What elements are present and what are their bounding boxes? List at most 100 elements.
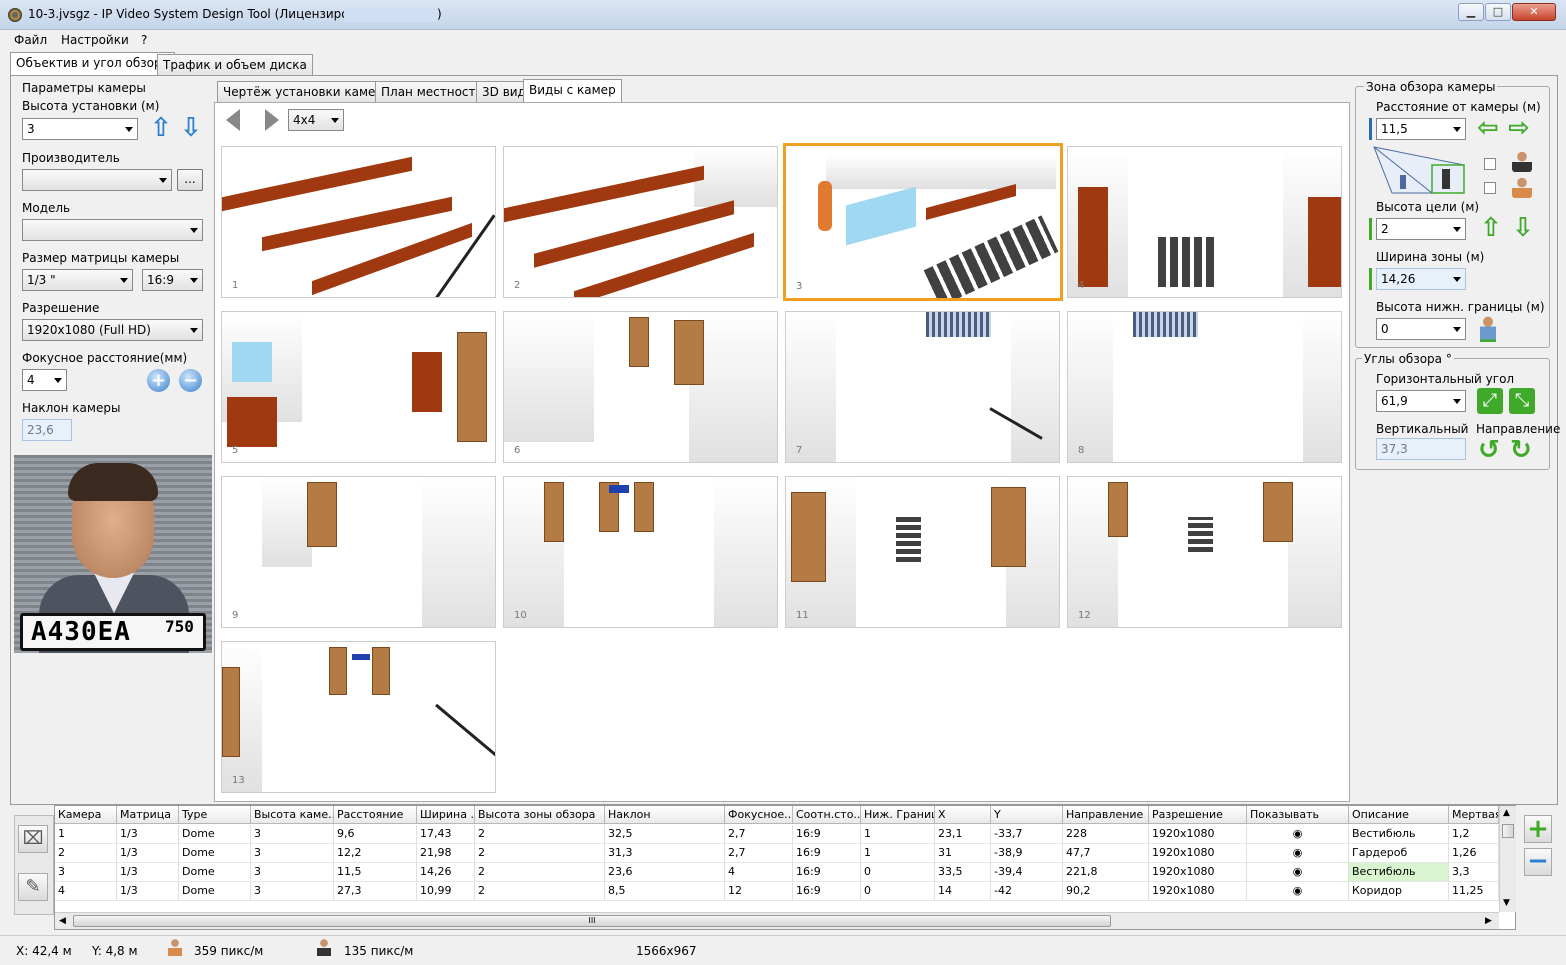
scroll-thumb[interactable]: III	[73, 915, 1111, 927]
table-cell: 12	[725, 882, 793, 901]
grid-size-combo[interactable]: 4x4	[288, 109, 344, 131]
bench	[227, 397, 277, 447]
target-height-down-icon[interactable]: ⇩	[1512, 215, 1534, 241]
focal-minus-icon[interactable]: −	[179, 369, 202, 392]
aspect-combo[interactable]: 16:9	[142, 269, 203, 291]
scroll-down-icon[interactable]: ▼	[1503, 898, 1510, 908]
table-cell: 23,1	[935, 825, 991, 844]
distance-right-icon[interactable]: ⇨	[1508, 115, 1530, 141]
camera-view-3-selected[interactable]: 3	[783, 143, 1063, 301]
zone-width-combo[interactable]: 14,26	[1376, 268, 1466, 290]
tab-site-plan[interactable]: План местности	[375, 81, 490, 103]
menu-help[interactable]: ?	[141, 33, 147, 47]
table-cell: 31	[935, 844, 991, 863]
column-header[interactable]: Мертвая	[1449, 806, 1499, 824]
column-header[interactable]: Фокусное...	[725, 806, 793, 824]
column-header[interactable]: Матрица	[117, 806, 179, 824]
camera-view-1[interactable]: 1	[221, 146, 496, 298]
camera-view-8[interactable]: 8	[1067, 311, 1342, 463]
minimize-button[interactable]: ▁	[1458, 3, 1484, 21]
checkbox-person-2[interactable]	[1484, 182, 1496, 194]
distance-label: Расстояние от камеры (м)	[1376, 100, 1541, 114]
manufacturer-combo[interactable]	[22, 169, 172, 191]
prev-icon[interactable]	[226, 109, 240, 131]
menu-file[interactable]: Файл	[14, 33, 47, 47]
show-eye-icon[interactable]: ◉	[1247, 882, 1349, 901]
camera-view-9[interactable]: 9	[221, 476, 496, 628]
tab-camera-drawing[interactable]: Чертёж установки камеры	[217, 81, 399, 103]
distance-left-icon[interactable]: ⇦	[1477, 115, 1499, 141]
camera-view-7[interactable]: 7	[785, 311, 1060, 463]
tab-traffic[interactable]: Трафик и объем диска	[157, 54, 313, 76]
column-header[interactable]: Расстояние	[334, 806, 417, 824]
rotate-left-icon[interactable]: ↺	[1478, 437, 1500, 463]
camera-view-11[interactable]: 11	[785, 476, 1060, 628]
tab-lens[interactable]: Объектив и угол обзора	[10, 52, 175, 76]
column-header[interactable]: Высота каме...	[251, 806, 334, 824]
camera-view-2[interactable]: 2	[503, 146, 778, 298]
window-title: 10-3.jvsgz - IP Video System Design Tool…	[28, 7, 379, 21]
focal-combo[interactable]: 4	[22, 369, 67, 391]
target-height-up-icon[interactable]: ⇧	[1480, 215, 1502, 241]
floor-line	[435, 703, 495, 784]
draw-tool-icon[interactable]: ✎	[18, 873, 48, 901]
column-header[interactable]: Наклон	[605, 806, 725, 824]
focal-plus-icon[interactable]: +	[147, 369, 170, 392]
column-header[interactable]: Ширина ...	[417, 806, 475, 824]
menu-settings[interactable]: Настройки	[61, 33, 129, 47]
table-cell: 3	[251, 882, 334, 901]
height-combo[interactable]: 3	[22, 118, 138, 140]
wall	[1011, 312, 1059, 462]
show-eye-icon[interactable]: ◉	[1247, 825, 1349, 844]
checkbox-person-1[interactable]	[1484, 158, 1496, 170]
door	[1263, 482, 1293, 542]
resolution-combo[interactable]: 1920x1080 (Full HD)	[22, 319, 203, 341]
camera-view-13[interactable]: 13	[221, 641, 496, 793]
add-camera-button[interactable]: +	[1524, 815, 1552, 843]
manufacturer-browse-button[interactable]: ...	[177, 169, 203, 191]
maximize-button[interactable]: □	[1485, 3, 1511, 21]
show-eye-icon[interactable]: ◉	[1247, 863, 1349, 882]
next-icon[interactable]	[265, 109, 279, 131]
column-header[interactable]: Высота зоны обзора	[475, 806, 605, 824]
column-header[interactable]: Y	[991, 806, 1063, 824]
scroll-left-icon[interactable]: ◀	[59, 916, 66, 926]
distance-combo[interactable]: 11,5	[1376, 118, 1466, 140]
column-header[interactable]: Ниж. Граница	[861, 806, 935, 824]
scroll-right-icon[interactable]: ▶	[1485, 916, 1492, 926]
vertical-scrollbar[interactable]: ▲ ▼	[1499, 806, 1516, 912]
camera-view-6[interactable]: 6	[503, 311, 778, 463]
camera-view-10[interactable]: 10	[503, 476, 778, 628]
column-header[interactable]: Показывать	[1247, 806, 1349, 824]
target-height-combo[interactable]: 2	[1376, 218, 1466, 240]
zoom-out-icon[interactable]: ⤡	[1509, 388, 1535, 414]
sensor-combo[interactable]: 1/3 "	[22, 269, 133, 291]
model-combo[interactable]	[22, 219, 203, 241]
zoom-in-icon[interactable]: ⤢	[1477, 388, 1503, 414]
camera-view-12[interactable]: 12	[1067, 476, 1342, 628]
camera-tool-icon[interactable]: ⌧	[18, 825, 48, 853]
column-header[interactable]: Соотн.сто...	[793, 806, 861, 824]
remove-camera-button[interactable]: −	[1524, 848, 1552, 876]
column-header[interactable]: X	[935, 806, 991, 824]
bench	[1078, 187, 1108, 287]
camera-view-4[interactable]: 4	[1067, 146, 1342, 298]
show-eye-icon[interactable]: ◉	[1247, 844, 1349, 863]
column-header[interactable]: Камера	[55, 806, 117, 824]
column-header[interactable]: Описание	[1349, 806, 1449, 824]
column-header[interactable]: Разрешение	[1149, 806, 1247, 824]
column-header[interactable]: Направление	[1063, 806, 1149, 824]
table-cell: 2	[55, 844, 117, 863]
horizontal-scrollbar[interactable]: ◀ III ▶	[55, 912, 1499, 929]
rotate-right-icon[interactable]: ↻	[1510, 437, 1532, 463]
height-up-icon[interactable]: ⇧	[150, 115, 172, 141]
scroll-up-icon[interactable]: ▲	[1503, 808, 1510, 818]
scroll-v-thumb[interactable]	[1502, 824, 1514, 838]
height-down-icon[interactable]: ⇩	[180, 115, 202, 141]
lower-bound-combo[interactable]: 0	[1376, 318, 1466, 340]
close-button[interactable]: ✕	[1512, 3, 1556, 21]
h-angle-combo[interactable]: 61,9	[1376, 390, 1466, 412]
camera-view-5[interactable]: 5	[221, 311, 496, 463]
tab-camera-views[interactable]: Виды с камер	[523, 79, 622, 103]
column-header[interactable]: Type	[179, 806, 251, 824]
